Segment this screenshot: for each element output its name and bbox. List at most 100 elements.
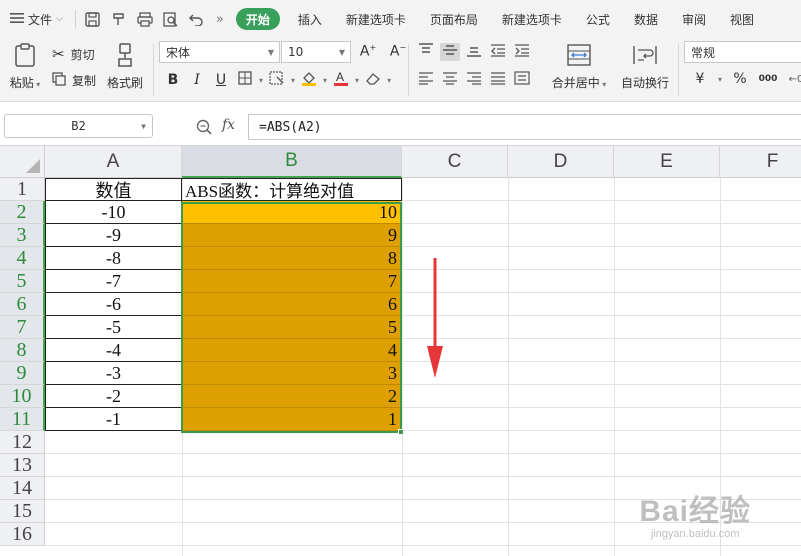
align-top-icon[interactable]	[416, 43, 436, 61]
row-header-13[interactable]: 13	[0, 454, 45, 477]
row-header-3[interactable]: 3	[0, 224, 45, 247]
cell-b8[interactable]: 4	[182, 339, 401, 362]
row-header-15[interactable]: 15	[0, 500, 45, 523]
caret-icon[interactable]: ▾	[323, 76, 327, 85]
font-size-select[interactable]: 10 ▼	[281, 41, 351, 63]
row-header-10[interactable]: 10	[0, 385, 45, 408]
row-header-14[interactable]: 14	[0, 477, 45, 500]
cell-b9[interactable]: 3	[182, 362, 401, 385]
file-menu[interactable]: 文件 ⌵	[0, 0, 71, 38]
column-header-a[interactable]: A	[45, 146, 182, 178]
underline-icon[interactable]: U	[211, 72, 231, 88]
number-format-select[interactable]: 常规	[684, 41, 801, 63]
insert-function-icon[interactable]: fx	[222, 117, 235, 133]
caret-icon[interactable]: ▾	[355, 76, 359, 85]
cell-a10[interactable]: -2	[45, 385, 182, 408]
caret-icon[interactable]: ▾	[291, 76, 295, 85]
cell-b7[interactable]: 5	[182, 316, 401, 339]
tab-page-layout[interactable]: 页面布局	[418, 0, 490, 38]
formula-input[interactable]: =ABS(A2)	[248, 114, 801, 140]
fill-color-icon[interactable]	[299, 70, 319, 90]
cell-a5[interactable]: -7	[45, 270, 182, 293]
row-header-4[interactable]: 4	[0, 247, 45, 270]
caret-icon[interactable]: ▾	[387, 76, 391, 85]
fill-handle[interactable]	[398, 429, 404, 435]
decrease-font-icon[interactable]: A−	[388, 43, 408, 60]
cell-a6[interactable]: -6	[45, 293, 182, 316]
cell-b11[interactable]: 1	[182, 408, 401, 431]
row-header-12[interactable]: 12	[0, 431, 45, 454]
align-right-icon[interactable]	[464, 71, 484, 89]
format-painter-quick-icon[interactable]	[106, 0, 132, 38]
decrease-indent-icon[interactable]	[488, 43, 508, 61]
tab-new-tab-2[interactable]: 新建选项卡	[490, 0, 574, 38]
thousands-separator-button[interactable]: 000	[758, 74, 778, 84]
tab-home[interactable]: 开始	[235, 8, 280, 30]
row-header-11[interactable]: 11	[0, 408, 45, 431]
cell-b4[interactable]: 8	[182, 247, 401, 270]
border-icon[interactable]	[235, 71, 255, 89]
caret-icon[interactable]: ▾	[718, 75, 722, 84]
align-left-icon[interactable]	[416, 71, 436, 89]
tab-insert[interactable]: 插入	[286, 0, 334, 38]
row-header-6[interactable]: 6	[0, 293, 45, 316]
undo-icon[interactable]	[184, 0, 210, 38]
column-header-f[interactable]: F	[720, 146, 801, 178]
name-box[interactable]: B2 ▼	[4, 114, 153, 138]
justify-icon[interactable]	[488, 71, 508, 89]
cell-a4[interactable]: -8	[45, 247, 182, 270]
format-painter-button[interactable]: 格式刷	[105, 42, 145, 91]
increase-decimal-icon[interactable]: ←0	[786, 74, 801, 85]
cell-a2[interactable]: -10	[45, 201, 182, 224]
cell-b10[interactable]: 2	[182, 385, 401, 408]
distributed-icon[interactable]	[512, 71, 532, 89]
paste-button[interactable]: 粘贴 ▾	[8, 42, 42, 91]
merge-center-button[interactable]: 合并居中 ▾	[548, 42, 610, 91]
copy-button[interactable]: 复制	[52, 72, 96, 89]
cell-a1[interactable]: 数值	[45, 178, 182, 201]
row-header-9[interactable]: 9	[0, 362, 45, 385]
cell-b1[interactable]: ABS函数：计算绝对值	[182, 178, 402, 201]
tab-view[interactable]: 视图	[718, 0, 766, 38]
cell-a7[interactable]: -5	[45, 316, 182, 339]
italic-icon[interactable]: I	[187, 72, 207, 88]
cell-b6[interactable]: 6	[182, 293, 401, 316]
bold-icon[interactable]: B	[163, 72, 183, 88]
select-all-corner[interactable]	[0, 146, 45, 178]
eraser-icon[interactable]	[363, 71, 383, 89]
column-header-d[interactable]: D	[508, 146, 614, 178]
currency-button[interactable]: ¥	[690, 71, 710, 87]
align-bottom-icon[interactable]	[464, 43, 484, 61]
percent-button[interactable]: %	[730, 71, 750, 87]
row-header-5[interactable]: 5	[0, 270, 45, 293]
print-icon[interactable]	[132, 0, 158, 38]
print-preview-icon[interactable]	[158, 0, 184, 38]
cell-b2[interactable]: 10	[182, 201, 401, 224]
row-header-8[interactable]: 8	[0, 339, 45, 362]
zoom-search-icon[interactable]	[196, 119, 212, 138]
cell-a9[interactable]: -3	[45, 362, 182, 385]
cell-a8[interactable]: -4	[45, 339, 182, 362]
row-header-16[interactable]: 16	[0, 523, 45, 546]
cell-style-icon[interactable]	[267, 71, 287, 89]
row-header-7[interactable]: 7	[0, 316, 45, 339]
wrap-text-button[interactable]: 自动换行	[618, 42, 672, 91]
column-header-c[interactable]: C	[402, 146, 508, 178]
font-name-select[interactable]: 宋体 ▼	[159, 41, 280, 63]
tab-data[interactable]: 数据	[622, 0, 670, 38]
align-middle-icon[interactable]	[440, 43, 460, 61]
column-header-b[interactable]: B	[182, 146, 402, 178]
cell-b5[interactable]: 7	[182, 270, 401, 293]
save-icon[interactable]	[80, 0, 106, 38]
cell-b3[interactable]: 9	[182, 224, 401, 247]
tab-new-tab-1[interactable]: 新建选项卡	[334, 0, 418, 38]
increase-indent-icon[interactable]	[512, 43, 532, 61]
cell-a11[interactable]: -1	[45, 408, 182, 431]
caret-icon[interactable]: ▾	[259, 76, 263, 85]
increase-font-icon[interactable]: A+	[358, 43, 378, 60]
cell-a3[interactable]: -9	[45, 224, 182, 247]
more-chevron-icon[interactable]: »	[210, 0, 230, 38]
font-color-icon[interactable]: A	[331, 70, 351, 90]
cut-button[interactable]: ✂ 剪切	[52, 45, 95, 63]
row-header-1[interactable]: 1	[0, 178, 45, 201]
